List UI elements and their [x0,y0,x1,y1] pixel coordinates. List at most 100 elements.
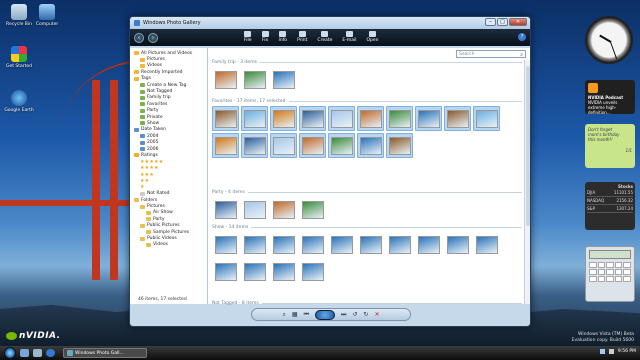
desktop-icon-get-started[interactable]: Get Started [2,46,36,69]
photo-thumbnail[interactable] [386,133,413,158]
toolbar-label: Print [297,38,308,43]
calculator-keypad[interactable] [589,262,631,282]
bridge-tower [110,80,118,280]
photo-thumbnail[interactable] [473,106,500,131]
photo-thumbnail[interactable] [212,67,239,92]
nav-item-label: All Pictures and Videos [141,50,193,56]
photo-thumbnail[interactable] [270,133,297,158]
rotate-left-icon[interactable]: ↺ [352,311,357,318]
photo-thumbnail[interactable] [299,133,326,158]
nav-item[interactable]: Videos [132,242,205,248]
delete-icon[interactable]: ✕ [374,311,379,318]
photo-thumbnail[interactable] [212,232,239,257]
clock-gadget[interactable] [585,16,633,64]
group-header[interactable]: Favorites - 17 items, 17 selected [212,99,522,104]
nav-item-label: ★★★ [140,171,155,178]
thumbnail-group: Favorites - 17 items, 17 selected [212,99,522,158]
photo-thumbnail[interactable] [357,106,384,131]
photo-thumbnail[interactable] [270,259,297,284]
calculator-gadget[interactable] [585,246,635,302]
group-header[interactable]: Not Tagged - 8 items [212,301,522,306]
group-header[interactable]: Show - 14 items [212,225,522,230]
rotate-right-icon[interactable]: ↻ [363,311,368,318]
photo-thumbnail[interactable] [241,67,268,92]
stocks-gadget[interactable]: Stocks DJIA 11101.55 NASDAQ 2156.32 S&P 130… [585,182,635,230]
photo-thumbnail[interactable] [299,232,326,257]
photo-thumbnail[interactable] [212,133,239,158]
photo-thumbnail[interactable] [241,106,268,131]
photo-thumbnail[interactable] [444,232,471,257]
tray-clock[interactable]: 9:56 PM [618,349,636,354]
photo-thumbnail[interactable] [357,232,384,257]
photo-thumbnail[interactable] [328,106,355,131]
toolbar-label: Fix [261,38,269,43]
folder-icon [146,210,151,215]
photo-thumbnail[interactable] [212,106,239,131]
group-header[interactable]: Family trip - 3 items [212,60,522,65]
toolbar-create-button[interactable]: Create [317,31,332,43]
photo-thumbnail[interactable] [357,133,384,158]
start-button[interactable] [4,347,16,359]
toolbar-print-button[interactable]: Print [297,31,307,43]
toolbar-label: Open [366,38,379,43]
maximize-button[interactable]: □ [497,18,508,26]
network-icon[interactable] [599,349,605,354]
photo-thumbnail[interactable] [212,197,239,222]
photo-thumbnail[interactable] [328,133,355,158]
photo-thumbnail[interactable] [241,259,268,284]
photo-thumbnail[interactable] [299,259,326,284]
taskbar-button-photo-gallery[interactable]: Windows Photo Gall... [63,348,147,358]
photo-thumbnail[interactable] [299,106,326,131]
photo-thumbnail[interactable] [328,232,355,257]
notes-gadget[interactable]: Don't forget mom's birthday this month!!… [585,124,635,168]
vertical-scrollbar[interactable] [524,60,530,304]
grid-view-icon[interactable]: ▦ [292,311,298,318]
search-input[interactable]: Search ⌕ [456,50,526,58]
photo-thumbnail[interactable] [386,232,413,257]
slideshow-button[interactable] [314,309,335,320]
volume-icon[interactable] [608,349,614,354]
next-icon[interactable]: ⏭ [341,311,346,319]
photo-thumbnail[interactable] [415,106,442,131]
zoom-icon[interactable]: ⌕ [283,311,286,319]
desktop-icon-google-earth[interactable]: Google Earth [2,90,36,113]
photo-thumbnail[interactable] [241,133,268,158]
task-label: Windows Photo Gall... [75,350,124,356]
photo-thumbnail[interactable] [473,232,500,257]
photo-thumbnail[interactable] [241,197,268,222]
taskbar: Windows Photo Gall... 9:56 PM [0,346,640,360]
group-header[interactable]: Party - 4 items [212,190,522,195]
toolbar-file-button[interactable]: File [244,31,252,43]
window-titlebar[interactable]: Windows Photo Gallery – □ ✕ [130,17,530,29]
previous-icon[interactable]: ⏮ [304,311,309,319]
window-controls: – □ ✕ [485,18,527,26]
photo-thumbnail[interactable] [299,197,326,222]
back-button[interactable]: ‹ [134,32,144,43]
minimize-button[interactable]: – [485,18,496,26]
toolbar-open-button[interactable]: Open [366,31,379,43]
photo-thumbnail[interactable] [270,197,297,222]
podcast-gadget[interactable]: NVIDIA Podcast NVIDIA unveils extreme hi… [585,80,635,115]
show-desktop-icon[interactable] [20,349,29,357]
help-button[interactable]: ? [518,33,526,41]
photo-thumbnail[interactable] [241,232,268,257]
internet-explorer-icon[interactable] [46,349,55,357]
photo-thumbnail[interactable] [415,232,442,257]
photo-thumbnail[interactable] [270,67,297,92]
switch-windows-icon[interactable] [33,349,42,357]
close-button[interactable]: ✕ [509,18,527,26]
photo-thumbnail[interactable] [386,106,413,131]
photo-thumbnail[interactable] [212,259,239,284]
photo-thumbnail[interactable] [270,232,297,257]
folder-icon [140,140,145,145]
toolbar-fix-button[interactable]: Fix [261,31,269,43]
note-pager: 1/1 [625,148,632,153]
folder-icon [140,147,145,152]
photo-thumbnail[interactable] [444,106,471,131]
toolbar-info-button[interactable]: Info [279,31,287,43]
folder-icon [140,191,145,196]
toolbar-email-button[interactable]: E-mail [342,31,356,43]
desktop-icon-computer[interactable]: Computer [30,4,64,27]
forward-button[interactable]: › [148,32,158,43]
photo-thumbnail[interactable] [270,106,297,131]
